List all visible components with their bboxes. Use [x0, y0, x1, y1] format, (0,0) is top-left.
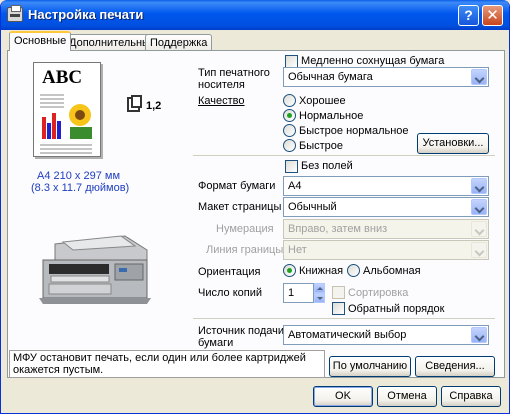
page-layout-label: Макет страницы	[198, 201, 282, 213]
borderless-label[interactable]: Без полей	[301, 160, 353, 172]
orientation-portrait-label[interactable]: Книжная	[299, 265, 343, 277]
quality-fast-normal-label[interactable]: Быстрое нормальное	[299, 125, 409, 137]
quality-radio-normal[interactable]	[283, 109, 296, 122]
page-order-label: Нумерация	[216, 223, 274, 235]
paper-size-mm: A4 210 x 297 мм	[37, 170, 121, 182]
quality-radio-fine[interactable]	[283, 94, 296, 107]
paper-source-label-1: Источник подачи	[198, 325, 285, 337]
media-type-label-2: носителя	[198, 79, 245, 91]
paper-source-value: Автоматический выбор	[288, 329, 407, 341]
copies-value: 1	[288, 287, 295, 299]
quality-fine-label[interactable]: Хорошее	[299, 95, 346, 107]
separator	[193, 318, 495, 319]
page-layout-value: Обычный	[288, 201, 337, 213]
quality-label: Качество	[198, 95, 245, 107]
info-button[interactable]: Сведения...	[415, 356, 495, 377]
quality-normal-label[interactable]: Нормальное	[299, 110, 363, 122]
media-type-select[interactable]: Обычная бумага	[283, 67, 489, 87]
paper-size-in: (8.3 x 11.7 дюймов)	[31, 182, 130, 194]
chevron-down-icon[interactable]	[471, 178, 487, 194]
spin-down-icon[interactable]	[314, 293, 325, 303]
orientation-radio-portrait[interactable]	[283, 264, 296, 277]
collate-label: Сортировка	[348, 287, 409, 299]
page-order-select: Вправо, затем вниз	[283, 219, 489, 239]
orientation-label: Ориентация	[198, 266, 261, 278]
quality-radio-fast-normal[interactable]	[283, 124, 296, 137]
page-layout-select[interactable]: Обычный	[283, 197, 489, 217]
media-type-value: Обычная бумага	[288, 71, 373, 83]
paper-source-label-2: бумаги	[198, 337, 234, 349]
reverse-order-label[interactable]: Обратный порядок	[348, 303, 444, 315]
spin-up-icon[interactable]	[314, 283, 325, 293]
copies-input[interactable]: 1	[283, 283, 314, 303]
help-button[interactable]: Справка	[441, 386, 501, 407]
quality-radio-fast[interactable]	[283, 139, 296, 152]
preview-text: ABC	[42, 67, 83, 88]
ok-button[interactable]: OK	[313, 386, 373, 407]
status-message: МФУ остановит печать, если один или боле…	[9, 350, 325, 378]
copies-label: Число копий	[198, 287, 262, 299]
chevron-down-icon[interactable]	[471, 69, 487, 85]
media-type-label-1: Тип печатного	[198, 67, 270, 79]
defaults-button[interactable]: По умолчанию	[329, 356, 411, 377]
copies-indicator: 1,2	[146, 100, 162, 112]
quality-settings-button[interactable]: Установки...	[417, 133, 489, 154]
chevron-down-icon	[471, 242, 487, 258]
orientation-landscape-label[interactable]: Альбомная	[363, 265, 421, 277]
collate-checkbox	[332, 286, 345, 299]
page-order-value: Вправо, затем вниз	[288, 223, 388, 235]
copies-icon	[131, 95, 142, 108]
border-line-select: Нет	[283, 240, 489, 260]
page-preview: ABC	[33, 62, 101, 157]
slow-dry-label[interactable]: Медленно сохнущая бумага	[301, 55, 444, 67]
quality-fast-label[interactable]: Быстрое	[299, 140, 343, 152]
print-settings-dialog: Настройка печати ? ✕ Основные Дополнител…	[0, 0, 510, 414]
paper-size-value: A4	[288, 180, 302, 192]
paper-size-label: Формат бумаги	[198, 180, 276, 192]
borderless-checkbox[interactable]	[285, 160, 298, 173]
chevron-down-icon[interactable]	[471, 199, 487, 215]
border-line-value: Нет	[288, 244, 307, 256]
copies-stepper[interactable]	[314, 283, 325, 303]
paper-size-select[interactable]: A4	[283, 176, 489, 196]
cancel-button[interactable]: Отмена	[377, 386, 437, 407]
reverse-order-checkbox[interactable]	[332, 302, 345, 315]
chevron-down-icon	[471, 221, 487, 237]
paper-source-select[interactable]: Автоматический выбор	[283, 325, 489, 345]
mfc-printer-image	[39, 235, 151, 304]
separator	[193, 155, 495, 156]
orientation-radio-landscape[interactable]	[347, 264, 360, 277]
chevron-down-icon[interactable]	[471, 327, 487, 343]
preview-graphics	[40, 94, 92, 154]
border-line-label: Линия границы	[206, 244, 284, 256]
